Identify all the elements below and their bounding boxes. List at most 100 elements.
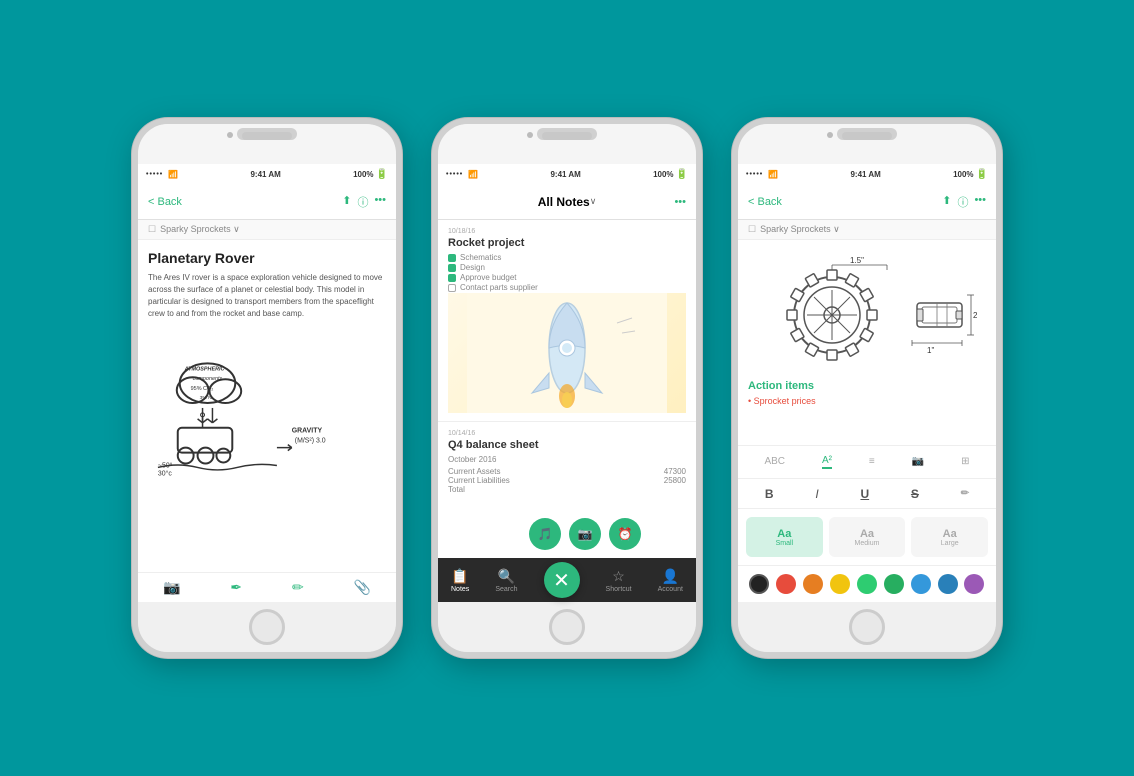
phone-3-speaker <box>842 132 892 140</box>
color-yellow[interactable] <box>830 574 850 594</box>
checklist-item-4: Contact parts supplier <box>448 283 686 292</box>
phone-1-speaker <box>242 132 292 140</box>
color-blue-light[interactable] <box>911 574 931 594</box>
svg-text:95% CO₂: 95% CO₂ <box>191 386 214 392</box>
italic-button[interactable]: I <box>815 487 818 501</box>
tab-notes[interactable]: 📋 Notes <box>451 568 469 593</box>
bullet-item-1: Sprocket prices <box>748 396 986 406</box>
color-orange[interactable] <box>803 574 823 594</box>
notebook-tag-3[interactable]: ☐ Sparky Sprockets ∨ <box>738 220 996 240</box>
sprocket-svg: 1.5" 2" 1" <box>757 255 977 375</box>
underline-button[interactable]: U <box>860 487 869 501</box>
note-card-2[interactable]: 10/14/16 Q4 balance sheet October 2016 C… <box>438 422 696 502</box>
back-button-3[interactable]: < Back <box>748 196 782 208</box>
svg-text:GRAVITY: GRAVITY <box>292 428 323 435</box>
wifi-icon-2: 📶 <box>468 170 478 179</box>
more-icon[interactable]: ••• <box>374 194 386 210</box>
attach-toolbar-icon[interactable]: 📎 <box>354 579 371 596</box>
share-icon-3[interactable]: ⬆ <box>942 194 951 210</box>
note-card-1[interactable]: 10/18/16 Rocket project Schematics Desig… <box>438 220 696 422</box>
size-small[interactable]: Aa Small <box>746 517 823 557</box>
phone-2-camera <box>527 132 533 138</box>
format-tab-list[interactable]: ≡ <box>869 456 875 469</box>
tab-account[interactable]: 👤 Account <box>658 568 683 593</box>
format-tab-abc[interactable]: ABC <box>764 456 785 469</box>
shortcut-tab-icon: ☆ <box>612 568 625 585</box>
notebook-tag[interactable]: ☐ Sparky Sprockets ∨ <box>138 220 396 240</box>
color-blue-dark[interactable] <box>938 574 958 594</box>
battery-icon: 🔋 <box>376 169 388 180</box>
note-title-2: Q4 balance sheet <box>448 439 686 451</box>
battery-area-3: 100% 🔋 <box>953 169 988 180</box>
back-button[interactable]: < Back <box>148 196 182 208</box>
phone-3-navbar: < Back ⬆ ⓘ ••• <box>738 184 996 220</box>
format-toolbar-tabs: ABC A² ≡ 📷 ⊞ <box>738 445 996 479</box>
notes-list-dropdown[interactable]: ∨ <box>590 196 597 207</box>
notebook-icon: ☐ <box>148 224 156 235</box>
notes-tab-icon: 📋 <box>451 568 468 585</box>
notes-list-screen: 10/18/16 Rocket project Schematics Desig… <box>438 220 696 558</box>
info-icon[interactable]: ⓘ <box>357 194 368 210</box>
format-content: 1.5" 2" 1" Action items Sprocket prices <box>738 240 996 445</box>
color-red[interactable] <box>776 574 796 594</box>
phone-2-bottom <box>438 602 696 652</box>
audio-overlay-icon[interactable]: 🎵 <box>529 518 561 550</box>
tab-shortcut[interactable]: ☆ Shortcut <box>606 568 632 593</box>
wifi-icon-3: 📶 <box>768 170 778 179</box>
status-signal-3: ••••• 📶 <box>746 170 778 179</box>
size-large[interactable]: Aa Large <box>911 517 988 557</box>
format-screen: 1.5" 2" 1" Action items Sprocket prices … <box>738 240 996 602</box>
balance-value-1: 47300 <box>664 467 686 476</box>
svg-text:2": 2" <box>973 311 977 320</box>
format-tab-a2[interactable]: A² <box>822 455 832 469</box>
sprocket-diagram: 1.5" 2" 1" <box>748 250 986 380</box>
color-green-dark[interactable] <box>884 574 904 594</box>
timer-overlay-icon[interactable]: ⏰ <box>609 518 641 550</box>
color-green-light[interactable] <box>857 574 877 594</box>
battery-area-2: 100% 🔋 <box>653 169 688 180</box>
note-sketch: ATMOSPHERIC components 95% CO₂ 3% N <box>148 328 386 478</box>
signal-dots-2: ••••• <box>446 171 463 178</box>
checklist-item-1: Schematics <box>448 253 686 262</box>
checklist-text-4: Contact parts supplier <box>460 283 538 292</box>
svg-text:1": 1" <box>927 346 934 355</box>
strikethrough-button[interactable]: S <box>911 487 919 501</box>
status-time-2: 9:41 AM <box>550 170 580 179</box>
share-icon[interactable]: ⬆ <box>342 194 351 210</box>
fab-button[interactable]: ✕ <box>544 562 580 598</box>
camera-overlay-icon[interactable]: 📷 <box>569 518 601 550</box>
notes-list-navbar: All Notes ∨ ••• <box>438 184 696 220</box>
pencil-toolbar-icon[interactable]: ✏ <box>292 579 304 596</box>
rocket-illustration <box>448 293 686 413</box>
color-black[interactable] <box>749 574 769 594</box>
home-button-3[interactable] <box>849 609 885 645</box>
pen-toolbar-icon[interactable]: ✒ <box>230 579 242 596</box>
battery-icon-2: 🔋 <box>676 169 688 180</box>
color-picker-row <box>738 566 996 602</box>
tab-search[interactable]: 🔍 Search <box>495 568 517 593</box>
more-icon-3[interactable]: ••• <box>974 194 986 210</box>
svg-text:3% N: 3% N <box>200 395 213 401</box>
notes-list-more[interactable]: ••• <box>674 196 686 208</box>
pen-button[interactable]: ✏ <box>961 488 969 499</box>
format-tab-camera[interactable]: 📷 <box>912 456 924 469</box>
format-tab-add[interactable]: ⊞ <box>961 456 969 469</box>
home-button-1[interactable] <box>249 609 285 645</box>
bold-button[interactable]: B <box>765 487 774 501</box>
status-time-3: 9:41 AM <box>850 170 880 179</box>
note-title: Planetary Rover <box>148 250 386 266</box>
color-purple[interactable] <box>964 574 984 594</box>
phone-1-status: ••••• 📶 9:41 AM 100% 🔋 <box>138 164 396 184</box>
search-tab-icon: 🔍 <box>498 568 515 585</box>
nav-action-icons: ⬆ ⓘ ••• <box>342 194 386 210</box>
size-medium[interactable]: Aa Medium <box>829 517 906 557</box>
info-icon-3[interactable]: ⓘ <box>957 194 968 210</box>
home-button-2[interactable] <box>549 609 585 645</box>
account-tab-icon: 👤 <box>662 568 679 585</box>
battery-area: 100% 🔋 <box>353 169 388 180</box>
balance-label-1: Current Assets <box>448 467 500 476</box>
phone-3-top <box>738 124 996 164</box>
notebook-name-3: Sparky Sprockets ∨ <box>760 224 840 235</box>
camera-toolbar-icon[interactable]: 📷 <box>163 579 180 596</box>
size-large-aa: Aa <box>943 528 957 540</box>
